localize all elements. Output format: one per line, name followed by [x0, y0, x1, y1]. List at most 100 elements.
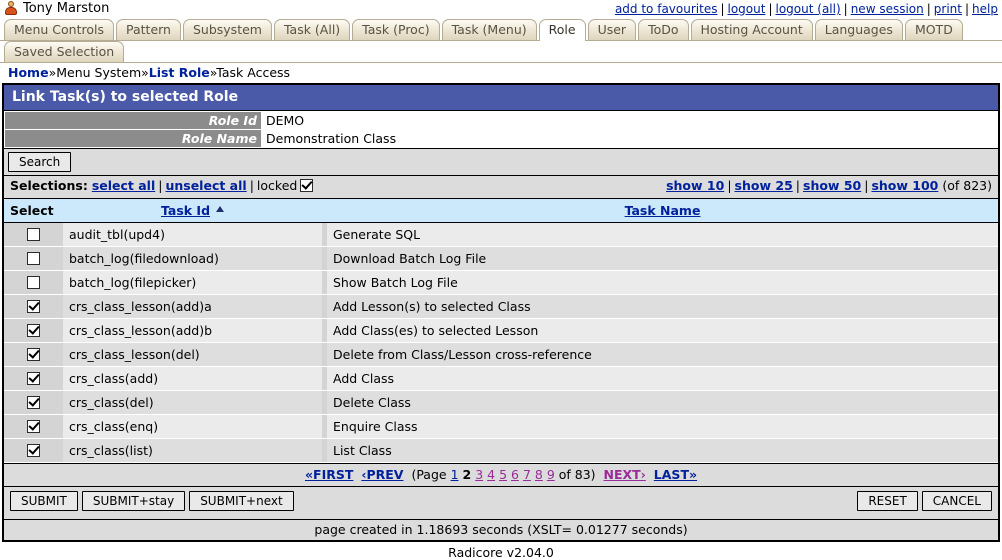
sort-task-name-link[interactable]: Task Name: [625, 203, 701, 218]
submit-stay-button[interactable]: SUBMIT+stay: [81, 491, 186, 511]
prev-page-link[interactable]: ‹PREV: [361, 467, 403, 482]
tab-languages[interactable]: Languages: [814, 19, 903, 40]
page-number-link[interactable]: 8: [535, 467, 543, 482]
breadcrumb: Home»Menu System»List Role»Task Access: [0, 63, 1002, 83]
tab-hosting-account[interactable]: Hosting Account: [690, 19, 813, 40]
primary-tab-bar: Menu Controls Pattern Subsystem Task (All) T…: [0, 19, 1002, 41]
row-select-checkbox[interactable]: [27, 348, 40, 361]
row-select-checkbox[interactable]: [27, 420, 40, 433]
table-row: audit_tbl(upd4) Generate SQL: [4, 222, 998, 247]
tab-todo[interactable]: ToDo: [638, 19, 689, 40]
row-select-checkbox[interactable]: [27, 276, 40, 289]
row-select-checkbox[interactable]: [27, 444, 40, 457]
page-number-link[interactable]: 1: [451, 467, 459, 482]
page-suffix: of 83): [558, 467, 596, 482]
link-separator: |: [720, 2, 725, 16]
cell-task-id: crs_class(enq): [63, 414, 322, 439]
selections-right-group: show 10 | show 25 | show 50 | show 100 (of 823…: [666, 178, 992, 193]
next-page-link[interactable]: NEXT›: [604, 467, 646, 482]
search-button[interactable]: Search: [8, 152, 72, 172]
show-50-link[interactable]: show 50: [803, 178, 861, 193]
show-separator: |: [795, 178, 800, 193]
submit-button[interactable]: SUBMIT: [10, 491, 78, 511]
panel-title: Link Task(s) to selected Role: [4, 85, 998, 111]
task-list-table: Select Task Id Task Name audit_tbl(upd4)…: [4, 199, 998, 463]
pagination-bar: «FIRST ‹PREV (Page 1 2 3 4 5 6 7 8 9 of …: [4, 463, 998, 487]
submit-next-button[interactable]: SUBMIT+next: [189, 491, 294, 511]
search-toolbar: Search: [4, 148, 998, 176]
tab-user[interactable]: User: [587, 19, 637, 40]
secondary-actions-group: RESET CANCEL: [853, 491, 992, 511]
row-select-cell: [4, 318, 63, 343]
role-id-label: Role Id: [4, 111, 262, 130]
cell-task-id: crs_class(del): [63, 390, 322, 415]
locked-checkbox[interactable]: [300, 179, 314, 192]
cancel-button[interactable]: CANCEL: [921, 491, 992, 511]
page-number-link[interactable]: 5: [499, 467, 507, 482]
task-list-header: Select Task Id Task Name: [4, 199, 998, 223]
row-select-checkbox[interactable]: [27, 300, 40, 313]
select-all-link[interactable]: select all: [92, 178, 155, 193]
page-number-link[interactable]: 7: [523, 467, 531, 482]
table-header-row: Select Task Id Task Name: [4, 199, 998, 223]
header-field-row: Role Id DEMO: [4, 111, 998, 130]
cell-task-name: Add Class: [327, 366, 998, 391]
row-select-cell: [4, 222, 63, 247]
main-panel: Link Task(s) to selected Role Role Id DE…: [2, 83, 1000, 542]
tab-role[interactable]: Role: [538, 19, 586, 41]
show-10-link[interactable]: show 10: [666, 178, 724, 193]
breadcrumb-menu-system: Menu System: [56, 65, 142, 80]
tab-menu-controls[interactable]: Menu Controls: [4, 19, 114, 40]
tab-task-menu[interactable]: Task (Menu): [441, 19, 537, 40]
table-row: crs_class(add) Add Class: [4, 366, 998, 391]
sort-ascending-icon: [216, 206, 225, 212]
breadcrumb-home[interactable]: Home: [8, 65, 49, 80]
row-select-checkbox[interactable]: [27, 396, 40, 409]
show-25-link[interactable]: show 25: [735, 178, 793, 193]
table-row: crs_class(list) List Class: [4, 438, 998, 463]
reset-button[interactable]: RESET: [857, 491, 918, 511]
row-select-checkbox[interactable]: [27, 324, 40, 337]
help-link[interactable]: help: [972, 2, 998, 16]
page-created-status: page created in 1.18693 seconds (XSLT= 0…: [4, 520, 998, 540]
logout-all-link[interactable]: logout (all): [776, 2, 841, 16]
cell-task-name: Show Batch Log File: [327, 270, 998, 295]
page-prefix: (Page: [411, 467, 447, 482]
link-separator: |: [843, 2, 848, 16]
table-row: crs_class_lesson(del) Delete from Class/L…: [4, 342, 998, 367]
row-select-checkbox[interactable]: [27, 228, 40, 241]
tab-motd[interactable]: MOTD: [904, 19, 963, 40]
row-select-cell: [4, 246, 63, 271]
sort-task-id-link[interactable]: Task Id: [161, 203, 210, 218]
cell-task-name: Generate SQL: [327, 222, 998, 247]
page-number-link[interactable]: 9: [547, 467, 555, 482]
user-name: Tony Marston: [23, 1, 110, 16]
row-select-cell: [4, 342, 63, 367]
tab-task-all[interactable]: Task (All): [273, 19, 351, 40]
tab-subsystem[interactable]: Subsystem: [182, 19, 272, 40]
selections-separator: |: [249, 178, 254, 193]
new-session-link[interactable]: new session: [851, 2, 924, 16]
print-link[interactable]: print: [934, 2, 962, 16]
tab-pattern[interactable]: Pattern: [116, 19, 181, 40]
app-version: Radicore v2.04.0: [0, 542, 1002, 560]
task-list-body: audit_tbl(upd4) Generate SQL batch_log(fil…: [4, 222, 998, 463]
tab-task-proc[interactable]: Task (Proc): [352, 19, 440, 40]
last-page-link[interactable]: LAST»: [654, 467, 697, 482]
row-select-checkbox[interactable]: [27, 252, 40, 265]
first-page-link[interactable]: «FIRST: [305, 467, 353, 482]
page-number-link[interactable]: 3: [475, 467, 483, 482]
record-count: (of 823): [942, 178, 992, 193]
tab-saved-selection[interactable]: Saved Selection: [4, 41, 125, 62]
breadcrumb-list-role[interactable]: List Role: [149, 65, 210, 80]
cell-task-name: Download Batch Log File: [327, 246, 998, 271]
page-number-link[interactable]: 6: [511, 467, 519, 482]
logout-link[interactable]: logout: [728, 2, 766, 16]
page-number-link[interactable]: 4: [487, 467, 495, 482]
show-100-link[interactable]: show 100: [871, 178, 938, 193]
unselect-all-link[interactable]: unselect all: [165, 178, 246, 193]
link-separator: |: [926, 2, 931, 16]
add-to-favourites-link[interactable]: add to favourites: [615, 2, 718, 16]
table-row: crs_class(del) Delete Class: [4, 390, 998, 415]
row-select-checkbox[interactable]: [27, 372, 40, 385]
